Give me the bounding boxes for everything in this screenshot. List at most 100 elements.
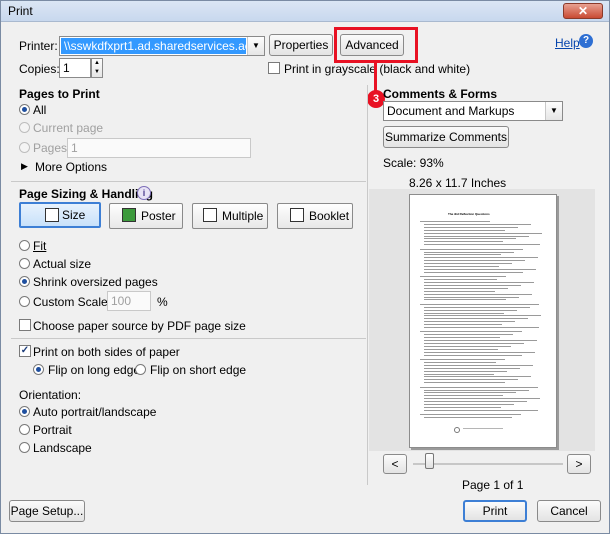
comments-forms-select[interactable]: Document and Markups ▼ [383, 101, 563, 121]
shrink-oversized-radio[interactable] [19, 276, 30, 287]
preview-text-line [424, 244, 540, 246]
portrait-radio[interactable] [19, 424, 30, 435]
preview-text-line [424, 226, 518, 228]
copies-input[interactable]: 1 [59, 58, 91, 78]
preview-text-line [424, 404, 514, 405]
preview-document-title: The iEd Reflection Questions [448, 212, 490, 216]
more-options-label[interactable]: More Options [35, 160, 107, 174]
preview-text-line [424, 406, 501, 408]
portrait-label: Portrait [33, 423, 72, 437]
pages-all-radio[interactable] [19, 104, 30, 115]
poster-mode-label: Poster [141, 209, 176, 223]
preview-text-line [424, 345, 511, 347]
preview-text-line [424, 296, 519, 298]
comments-forms-value: Document and Markups [387, 104, 515, 118]
pages-range-radio[interactable] [19, 142, 30, 153]
booklet-mode-button[interactable]: Booklet [277, 203, 353, 229]
landscape-label: Landscape [33, 441, 92, 455]
summarize-comments-button[interactable]: Summarize Comments [383, 126, 509, 148]
preview-text-line [424, 327, 539, 328]
next-page-button[interactable]: > [567, 454, 591, 474]
preview-text-line [424, 401, 527, 403]
print-button[interactable]: Print [463, 500, 527, 522]
flip-short-edge-radio[interactable] [135, 364, 146, 375]
custom-scale-radio[interactable] [19, 296, 30, 307]
scale-label: Scale: 93% [383, 156, 444, 170]
multiple-mode-label: Multiple [222, 209, 264, 223]
preview-text-line [424, 370, 507, 372]
pdf-paper-source-label: Choose paper source by PDF page size [33, 319, 246, 333]
custom-scale-input[interactable]: 100 [107, 291, 151, 311]
expand-arrow-icon[interactable]: ▶ [21, 161, 28, 172]
copies-stepper[interactable]: ▲ ▼ [91, 58, 103, 78]
info-icon[interactable]: i [137, 186, 151, 200]
preview-text-line [420, 386, 538, 388]
grayscale-checkbox[interactable] [268, 62, 280, 74]
window-title: Print [8, 4, 33, 18]
size-mode-button[interactable]: Size [19, 202, 101, 228]
preview-text-line [424, 241, 503, 243]
preview-text-line [424, 389, 529, 391]
chevron-down-icon[interactable]: ▼ [545, 102, 562, 120]
help-link[interactable]: Help [555, 36, 580, 50]
orientation-label: Orientation: [19, 388, 82, 402]
close-button[interactable]: ✕ [563, 3, 603, 19]
shrink-oversized-label: Shrink oversized pages [33, 275, 158, 289]
preview-text-line [424, 361, 496, 363]
booklet-icon [290, 208, 304, 222]
fit-label: Fit [33, 239, 47, 253]
pdf-paper-source-checkbox[interactable] [19, 319, 31, 331]
preview-text-line [424, 315, 541, 317]
preview-text-line [420, 303, 539, 305]
help-icon[interactable]: ? [579, 34, 593, 48]
preview-text-line [424, 238, 516, 240]
preview-text-line [424, 376, 531, 378]
page-preview: The iEd Reflection Questions [409, 194, 557, 448]
booklet-mode-label: Booklet [309, 209, 350, 223]
preview-text-line [424, 409, 538, 411]
fit-radio[interactable] [19, 240, 30, 251]
properties-button[interactable]: Properties [269, 34, 333, 56]
chevron-down-icon[interactable]: ▼ [247, 37, 264, 55]
preview-text-line [424, 379, 518, 381]
printer-select[interactable]: \\sswkdfxprt1.ad.sharedservices.ac.nz\Sm… [59, 36, 265, 56]
auto-orientation-radio[interactable] [19, 406, 30, 417]
current-page-label: Current page [33, 121, 104, 135]
preview-text-line [424, 271, 523, 273]
comments-forms-title: Comments & Forms [383, 87, 498, 101]
actual-size-radio[interactable] [19, 258, 30, 269]
page-sizing-title: Page Sizing & Handling [19, 187, 154, 201]
paper-size-label: 8.26 x 11.7 Inches [409, 176, 507, 190]
printer-label: Printer: [19, 39, 58, 53]
preview-text-line [424, 351, 535, 353]
preview-text-line [424, 251, 514, 253]
preview-text-line [424, 367, 520, 369]
preview-text-line [424, 417, 512, 419]
preview-text-line [424, 268, 536, 270]
preview-text-line [424, 263, 512, 265]
pages-range-input[interactable]: 1 [67, 138, 251, 158]
page-slider-track[interactable] [413, 463, 563, 465]
landscape-radio[interactable] [19, 442, 30, 453]
multiple-mode-button[interactable]: Multiple [192, 203, 268, 229]
page-count-label: Page 1 of 1 [462, 478, 524, 492]
percent-label: % [157, 295, 168, 309]
both-sides-checkbox[interactable]: ✓ [19, 345, 31, 357]
previous-page-button[interactable]: < [383, 454, 407, 474]
grayscale-label: Print in grayscale (black and white) [284, 62, 471, 76]
current-page-radio[interactable] [19, 122, 30, 133]
page-setup-button[interactable]: Page Setup... [9, 500, 85, 522]
printer-select-value: \\sswkdfxprt1.ad.sharedservices.ac.nz\Sm… [61, 38, 246, 54]
size-mode-label: Size [62, 208, 86, 222]
cancel-button[interactable]: Cancel [537, 500, 601, 522]
print-dialog: Print ✕ Printer: \\sswkdfxprt1.ad.shared… [0, 0, 610, 534]
logo-icon [454, 427, 460, 433]
preview-text-line [424, 395, 503, 397]
flip-short-edge-label: Flip on short edge [150, 363, 247, 377]
preview-text-line [424, 232, 542, 234]
preview-text-line [424, 321, 515, 323]
poster-mode-button[interactable]: Poster [109, 203, 183, 229]
flip-long-edge-radio[interactable] [33, 364, 44, 375]
preview-text-line [424, 364, 533, 366]
page-slider-thumb[interactable] [425, 453, 434, 469]
